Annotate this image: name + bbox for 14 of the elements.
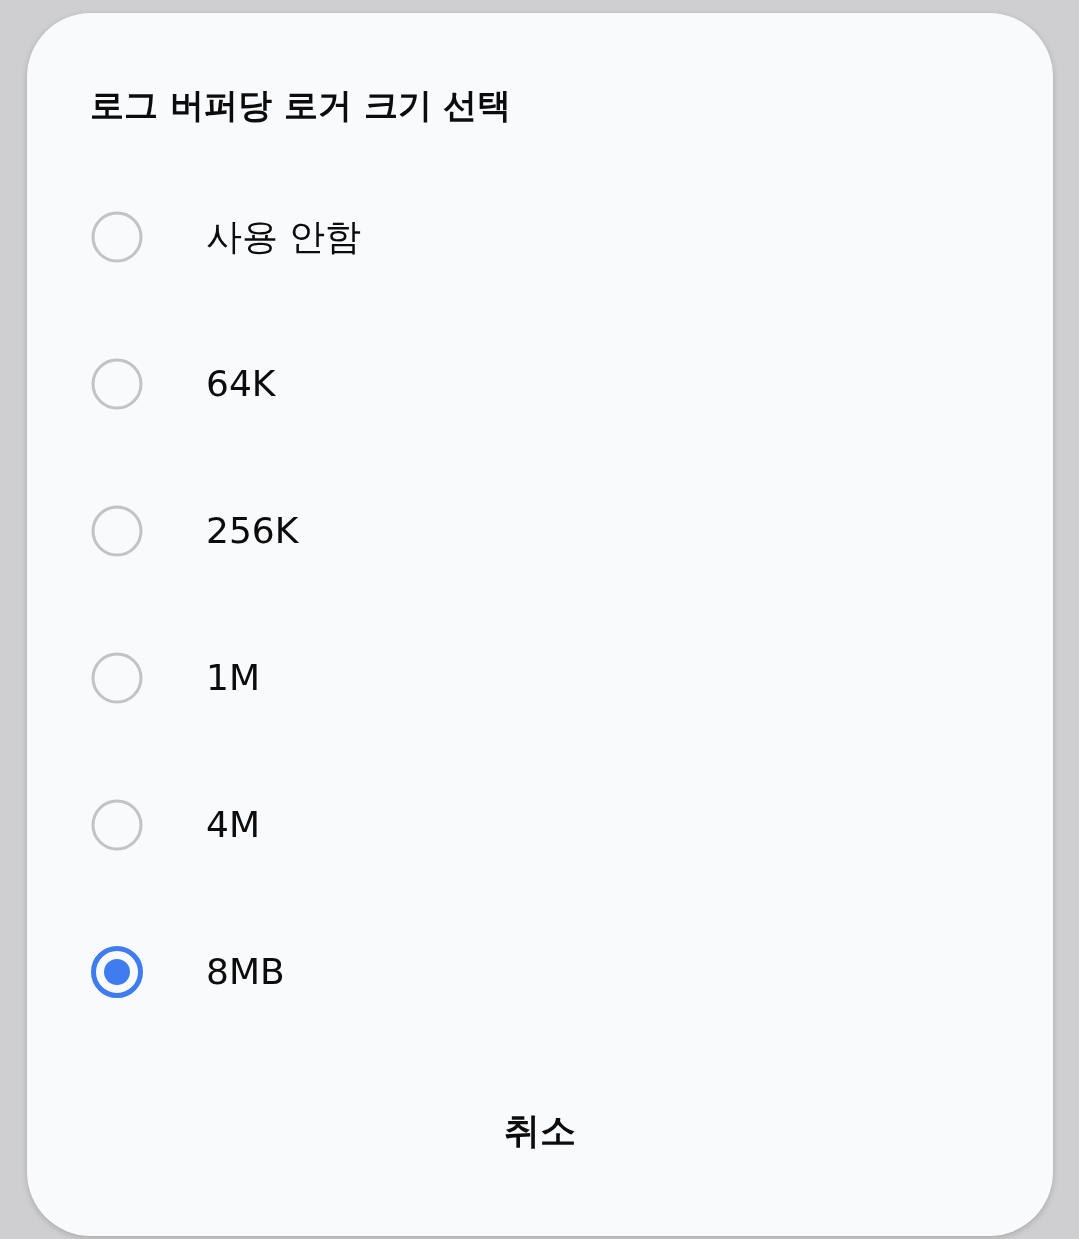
radio-button[interactable] (91, 504, 143, 557)
option-label[interactable]: 1M (206, 654, 260, 701)
radio-button[interactable] (91, 357, 143, 410)
option-label[interactable]: 256K (206, 507, 299, 554)
dialog-title: 로그 버퍼당 로거 크기 선택 (90, 84, 512, 127)
radio-button[interactable] (91, 651, 143, 704)
radio-button[interactable] (91, 210, 143, 263)
option-label[interactable]: 4M (206, 801, 260, 848)
option-label[interactable]: 64K (206, 360, 276, 407)
cancel-button[interactable]: 취소 (464, 1092, 616, 1170)
option-label[interactable]: 8MB (206, 948, 285, 995)
radio-button[interactable] (91, 945, 143, 998)
option-label[interactable]: 사용 안함 (206, 213, 362, 260)
radio-button[interactable] (91, 798, 143, 851)
